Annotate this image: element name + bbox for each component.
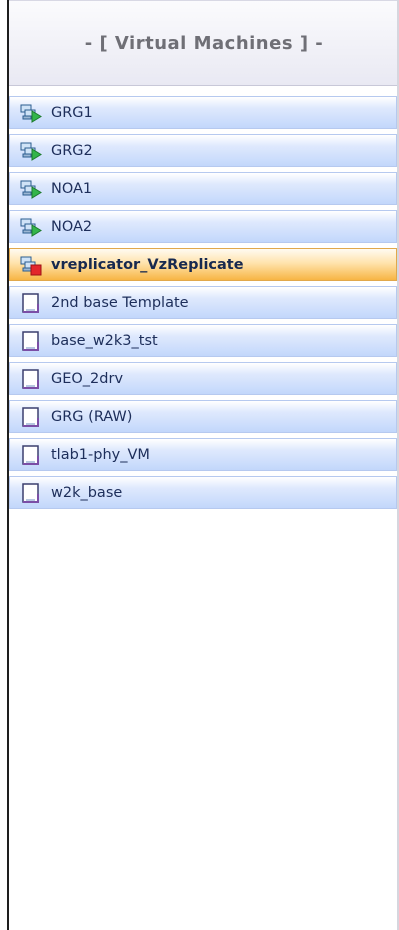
template-icon <box>20 368 42 390</box>
vm-list-item[interactable]: base_w2k3_tst <box>9 324 397 357</box>
vm-list-item-selected[interactable]: vreplicator_VzReplicate <box>9 248 397 281</box>
vm-stopped-icon <box>20 254 42 276</box>
panel-header: - [ Virtual Machines ] - <box>9 0 399 86</box>
vm-list-item[interactable]: 2nd base Template <box>9 286 397 319</box>
vm-label: GEO_2drv <box>51 370 124 387</box>
vm-list-item[interactable]: NOA2 <box>9 210 397 243</box>
vm-list-item[interactable]: NOA1 <box>9 172 397 205</box>
vm-list: GRG1 GRG2 NOA1 NOA2 vreplicator_VzReplic… <box>9 96 397 514</box>
vm-label: vreplicator_VzReplicate <box>51 256 244 273</box>
vm-label: w2k_base <box>51 484 123 501</box>
panel-title: - [ Virtual Machines ] - <box>84 32 324 54</box>
vm-label: GRG1 <box>51 104 93 121</box>
vm-list-item[interactable]: GRG1 <box>9 96 397 129</box>
vm-list-item[interactable]: GRG2 <box>9 134 397 167</box>
template-icon <box>20 482 42 504</box>
vm-list-item[interactable]: GEO_2drv <box>9 362 397 395</box>
vm-running-icon <box>20 140 42 162</box>
vm-label: GRG (RAW) <box>51 408 133 425</box>
vm-running-icon <box>20 178 42 200</box>
virtual-machines-panel: - [ Virtual Machines ] - GRG1 GRG2 NOA1 … <box>7 0 399 930</box>
template-icon <box>20 406 42 428</box>
vm-running-icon <box>20 216 42 238</box>
vm-list-item[interactable]: tlab1-phy_VM <box>9 438 397 471</box>
vm-label: NOA1 <box>51 180 93 197</box>
vm-running-icon <box>20 102 42 124</box>
vm-label: 2nd base Template <box>51 294 189 311</box>
vm-label: NOA2 <box>51 218 93 235</box>
vm-label: GRG2 <box>51 142 93 159</box>
vm-label: tlab1-phy_VM <box>51 446 150 463</box>
template-icon <box>20 444 42 466</box>
vm-list-item[interactable]: GRG (RAW) <box>9 400 397 433</box>
vm-list-item[interactable]: w2k_base <box>9 476 397 509</box>
template-icon <box>20 292 42 314</box>
template-icon <box>20 330 42 352</box>
vm-label: base_w2k3_tst <box>51 332 158 349</box>
